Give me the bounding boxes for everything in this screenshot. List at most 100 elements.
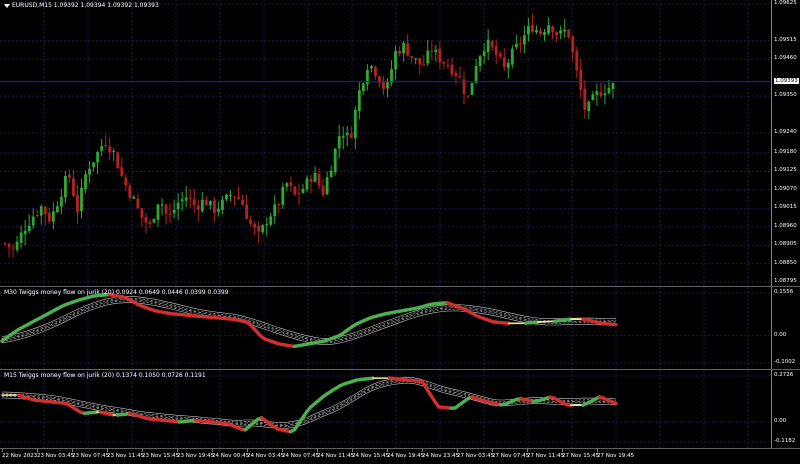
candle-body	[490, 41, 494, 48]
candle-body	[72, 178, 75, 196]
time-tick-label: 23 Nov 07:45	[72, 453, 110, 459]
price-tick-label: 1.09015	[774, 204, 797, 211]
candle-body	[229, 194, 232, 196]
candle-body	[269, 216, 273, 225]
candle-body	[434, 49, 438, 53]
candlestick-chart[interactable]	[0, 0, 772, 286]
candle-body	[587, 101, 591, 112]
time-tick-label: 23 Nov 19:45	[177, 453, 215, 459]
candle-body	[611, 83, 615, 90]
time-axis[interactable]: 22 Nov 2023 23 Nov 03:45 23 Nov 07:45 23 No…	[0, 449, 772, 464]
candle-body	[567, 29, 571, 38]
candle-body	[361, 83, 365, 92]
candle-body	[168, 213, 172, 215]
candle-body	[277, 204, 281, 206]
chart-menu-icon[interactable]	[4, 4, 10, 8]
candle-body	[394, 50, 397, 70]
candle-body	[333, 148, 337, 173]
candle-body	[551, 26, 555, 33]
candle-body	[502, 57, 506, 67]
candle-body	[535, 29, 538, 33]
candle-body	[482, 51, 486, 56]
time-tick	[37, 449, 38, 452]
price-tick-label: 1.09240	[774, 128, 797, 135]
price-tick-label: 1.09125	[774, 167, 797, 174]
candle-body	[23, 230, 27, 235]
candle-body	[180, 199, 184, 202]
indicator-pane-m15[interactable]: M15 Twiggs money flow on jurik (20) 0.13…	[0, 370, 800, 449]
m30-axis[interactable]: 0.1556 0.00 -0.1002	[771, 287, 800, 369]
time-tick-label: 27 Nov 19:45	[597, 453, 635, 459]
candle-body	[510, 48, 514, 65]
time-tick-label: 24 Nov 23:45	[422, 453, 460, 459]
candle-body	[297, 193, 301, 195]
band-line	[1, 379, 617, 426]
candle-body	[241, 199, 244, 206]
candle-body	[398, 50, 402, 54]
time-tick	[317, 449, 318, 452]
candle-body	[555, 32, 559, 35]
candle-body	[144, 217, 148, 223]
candle-body	[27, 225, 31, 232]
time-tick	[492, 449, 493, 452]
candle-body	[543, 31, 546, 36]
candle-body	[539, 30, 542, 34]
indicator-tick-label: -0.1002	[774, 359, 796, 365]
candle-body	[128, 185, 132, 198]
price-tick-label: 1.08960	[774, 222, 797, 229]
candle-body	[329, 170, 333, 178]
candle-body	[136, 198, 140, 209]
candle-body	[559, 30, 563, 34]
grid-lines	[0, 370, 772, 448]
candle-body	[341, 136, 345, 138]
money-flow-segment	[610, 400, 618, 406]
candle-body	[68, 174, 71, 178]
candle-body	[357, 90, 361, 112]
m30-money-flow-chart[interactable]	[0, 287, 772, 369]
candle-body	[96, 151, 100, 163]
candle-body	[442, 61, 446, 64]
candle-body	[39, 206, 43, 216]
time-tick-label: 27 Nov 03:45	[457, 453, 495, 459]
time-tick	[422, 449, 423, 452]
symbol-title: EURUSD,M15 1.09392 1.09394 1.09392 1.093…	[12, 2, 159, 9]
m30-plot[interactable]	[0, 287, 772, 369]
time-tick-label: 23 Nov 03:45	[37, 453, 75, 459]
candle-body	[349, 133, 353, 138]
candle-body	[104, 145, 108, 147]
candle-body	[212, 200, 216, 214]
candle-body	[466, 95, 470, 97]
candle-body	[15, 241, 19, 250]
candle-body	[148, 222, 152, 224]
price-tick-label: 1.09070	[774, 185, 797, 192]
m15-axis[interactable]: 0.2726 0.00 -0.1182	[771, 370, 800, 448]
candle-body	[402, 43, 406, 54]
price-axis[interactable]: 1.09625 1.09515 1.09460 1.09350 1.09240 1.091…	[771, 0, 800, 286]
candle-body	[410, 56, 414, 58]
candle-body	[498, 53, 502, 57]
candle-body	[253, 223, 257, 228]
time-tick	[282, 449, 283, 452]
price-tick-label: 1.09625	[774, 0, 797, 6]
candle-body	[583, 88, 587, 110]
candle-body	[208, 200, 212, 206]
candle-body	[406, 43, 410, 56]
candle-body	[3, 243, 7, 245]
candle-body	[563, 29, 567, 32]
price-tick-label: 1.08850	[774, 259, 797, 266]
time-tick-label: 27 Nov 07:45	[492, 453, 530, 459]
candle-body	[132, 197, 136, 199]
time-tick-label: 27 Nov 15:45	[562, 453, 600, 459]
candle-body	[47, 212, 51, 222]
price-plot[interactable]	[0, 0, 772, 286]
m15-money-flow-chart[interactable]	[0, 370, 772, 448]
candle-body	[11, 247, 15, 249]
candle-body	[450, 64, 454, 75]
candle-body	[51, 211, 55, 222]
price-pane[interactable]: EURUSD,M15 1.09392 1.09394 1.09392 1.093…	[0, 0, 800, 287]
indicator-pane-m30[interactable]: M30 Twiggs money flow on jurik (20) 0.09…	[0, 287, 800, 370]
candle-body	[31, 216, 35, 226]
time-tick-label: 24 Nov 03:45	[247, 453, 285, 459]
m15-plot[interactable]	[0, 370, 772, 448]
candle-body	[285, 183, 289, 187]
